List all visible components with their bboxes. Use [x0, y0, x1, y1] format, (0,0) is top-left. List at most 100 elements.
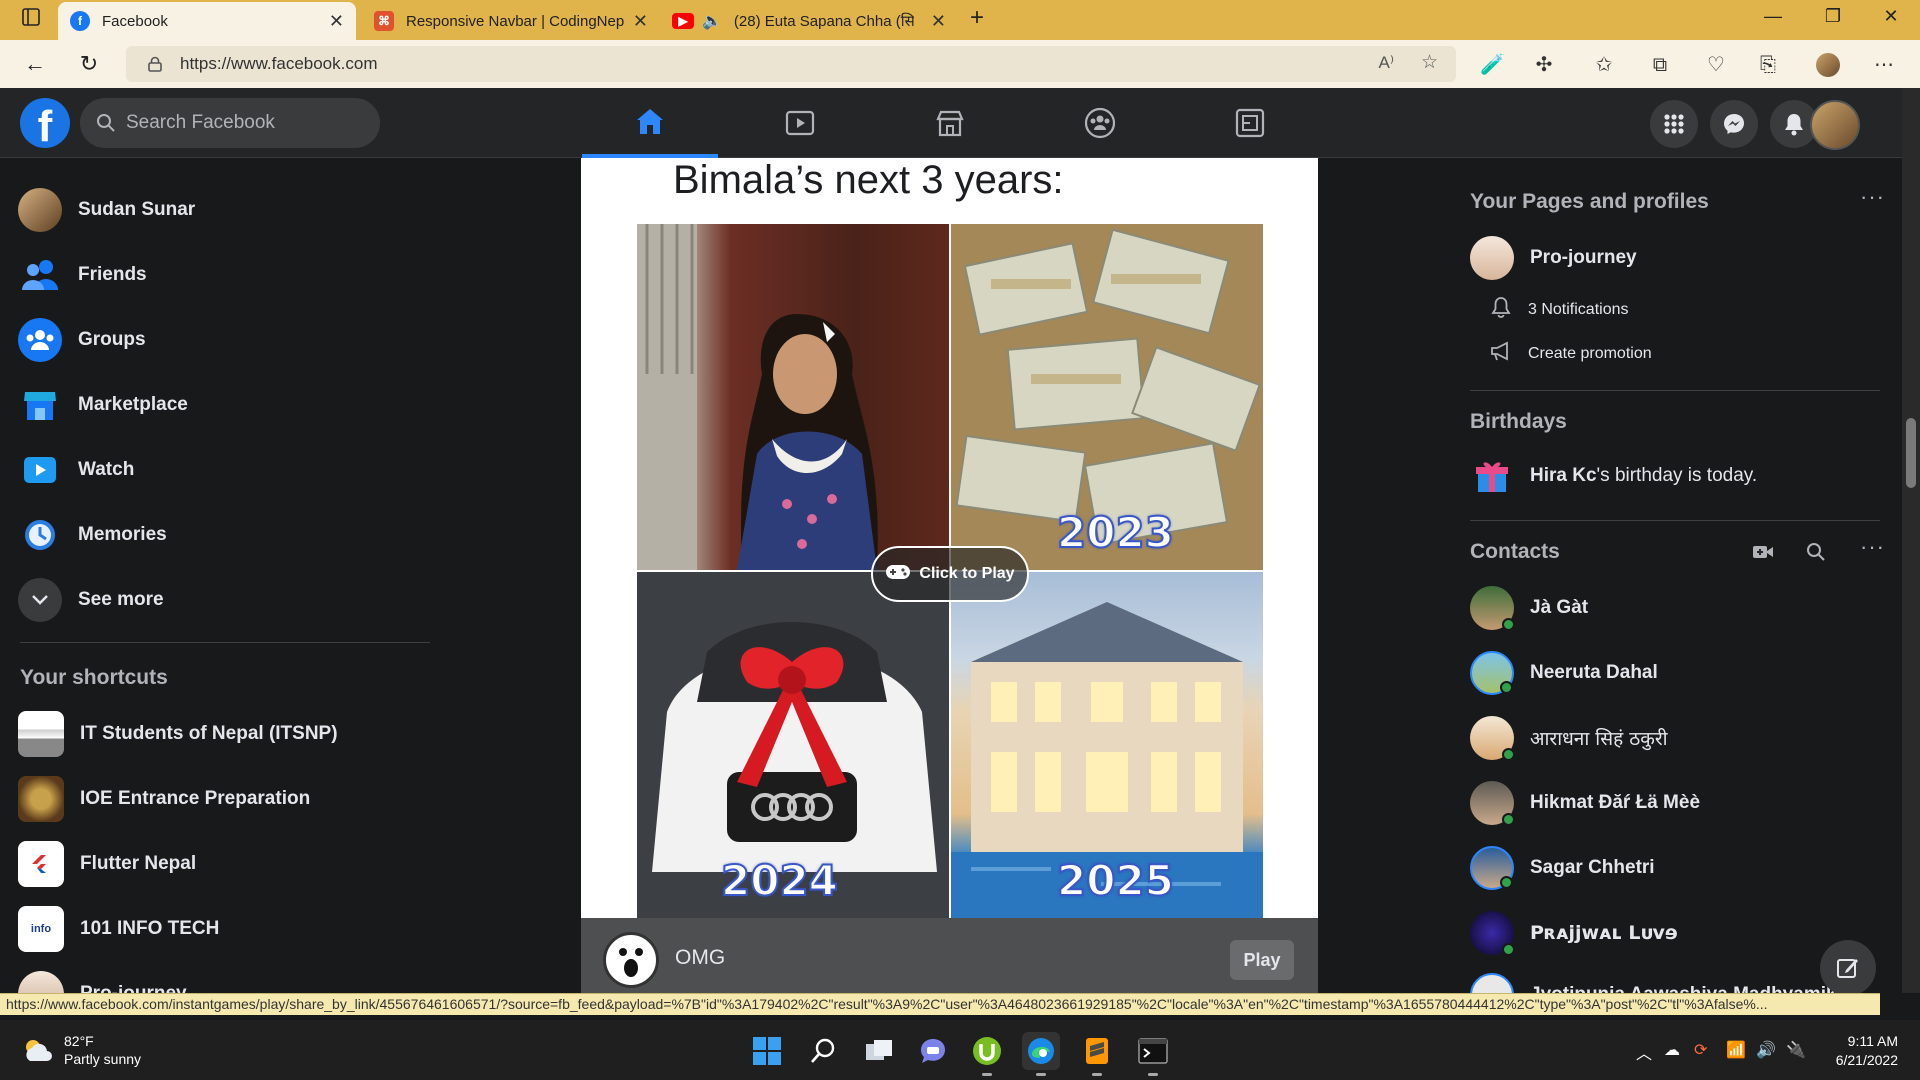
battery-icon[interactable]: 🔌 [1786, 1040, 1806, 1060]
onedrive-icon[interactable]: ☁ [1664, 1040, 1680, 1060]
close-window-button[interactable]: ✕ [1876, 6, 1906, 27]
infotech-logo-icon: info [18, 906, 64, 952]
edge-app[interactable] [1022, 1032, 1060, 1076]
profile-avatar[interactable] [1816, 53, 1840, 77]
volume-icon[interactable]: 🔊 [1756, 1040, 1776, 1060]
favorites-icon[interactable]: ✩ [1592, 53, 1616, 77]
search-input[interactable]: Search Facebook [80, 98, 380, 148]
tray-overflow-icon[interactable]: ︿ [1636, 1040, 1652, 1064]
close-tab-icon[interactable]: ✕ [931, 11, 946, 32]
more-menu-icon[interactable]: ⋯ [1872, 53, 1896, 77]
money-photo: 2023 [951, 224, 1263, 570]
play-button[interactable]: Play [1230, 940, 1294, 980]
page-scrollbar[interactable] [1902, 88, 1920, 993]
sidebar-item-label: Marketplace [78, 394, 188, 415]
sync-icon[interactable]: ⟳ [1694, 1040, 1707, 1060]
tab-youtube[interactable]: ▶ 🔈 (28) Euta Sapana Chha (सिरा ✕ [660, 2, 958, 40]
lock-icon [148, 56, 162, 72]
teams-chat-button[interactable] [914, 1032, 952, 1070]
heart-icon[interactable]: ♡ [1704, 53, 1728, 77]
add-favorite-icon[interactable]: ☆ [1421, 51, 1438, 74]
temperature: 82°F [64, 1033, 94, 1049]
extension-icon[interactable]: 🧪 [1480, 53, 1505, 77]
terminal-app[interactable] [1134, 1032, 1172, 1076]
tab-actions-icon[interactable] [16, 8, 46, 31]
task-view-button[interactable] [860, 1032, 898, 1070]
shortcut-item-projourney[interactable]: Pro-journey [18, 966, 438, 993]
nav-groups-tab[interactable] [1032, 88, 1168, 158]
create-promotion-link[interactable]: Create promotion [1488, 341, 1652, 366]
page-notifications-link[interactable]: 3 Notifications [1488, 296, 1629, 323]
contact-item[interactable]: Neeruta Dahal [1470, 651, 1658, 695]
tab-label: (28) Euta Sapana Chha (सिरा [733, 13, 914, 30]
contact-item[interactable]: आराधना सिहं ठकुरी [1470, 716, 1668, 761]
weather-widget[interactable]: 82°F Partly sunny [22, 1032, 141, 1068]
search-contacts-icon[interactable] [1806, 542, 1826, 567]
sidebar-item-profile[interactable]: Sudan Sunar [18, 182, 438, 238]
new-tab-button[interactable]: + [962, 4, 992, 32]
menu-button[interactable] [1650, 100, 1698, 148]
start-button[interactable] [748, 1032, 786, 1070]
minimize-button[interactable]: — [1758, 6, 1788, 27]
account-avatar[interactable] [1810, 100, 1860, 150]
more-options-icon[interactable]: ··· [1860, 184, 1885, 210]
codingnepal-favicon-icon: ⌘ [374, 11, 394, 31]
sidebar-item-marketplace[interactable]: Marketplace [18, 377, 438, 433]
new-room-icon[interactable] [1752, 544, 1774, 565]
year-label: 2023 [1056, 507, 1175, 558]
speaker-icon[interactable]: 🔈 [702, 11, 722, 31]
click-to-play-button[interactable]: Click to Play [871, 546, 1029, 602]
shortcut-item-flutter[interactable]: Flutter Nepal [18, 836, 438, 892]
tab-label: Responsive Navbar | CodingNep [406, 12, 625, 30]
screenshot-icon[interactable]: ⎘ [1756, 53, 1780, 77]
refresh-button[interactable]: ↻ [74, 50, 104, 78]
nav-marketplace-tab[interactable] [882, 88, 1018, 158]
birthday-item[interactable]: Hira Kc's birthday is today. [1470, 454, 1757, 498]
sidebar-item-watch[interactable]: Watch [18, 442, 438, 498]
back-button[interactable]: ← [20, 50, 50, 78]
groups-icon [1084, 107, 1116, 139]
shortcut-item-itsnp[interactable]: IT Students of Nepal (ITSNP) [18, 706, 438, 762]
scrollbar-thumb[interactable] [1906, 418, 1916, 488]
utorrent-app[interactable] [968, 1032, 1006, 1076]
contact-item[interactable]: Pʀᴀjjwᴀʟ Lᴜvɘ [1470, 911, 1678, 956]
contact-item[interactable]: Jyotipunja Aawashiya Madhyamik [1470, 973, 1837, 993]
nav-gaming-tab[interactable] [1182, 88, 1318, 158]
facebook-favicon-icon: f [70, 11, 90, 31]
shortcut-item-ioe[interactable]: IOE Entrance Preparation [18, 771, 438, 827]
tab-facebook[interactable]: f Facebook ✕ [58, 2, 356, 40]
contact-name: Neeruta Dahal [1530, 662, 1658, 683]
contact-name: Pʀᴀjjwᴀʟ Lᴜvɘ [1530, 922, 1678, 944]
messenger-button[interactable] [1710, 100, 1758, 148]
wifi-icon[interactable]: 📶 [1726, 1040, 1746, 1060]
system-clock[interactable]: 9:11 AM 6/21/2022 [1836, 1032, 1898, 1070]
tab-codingnepal[interactable]: ⌘ Responsive Navbar | CodingNep ✕ [362, 2, 660, 40]
shortcut-item-101infotech[interactable]: info 101 INFO TECH [18, 901, 438, 957]
contact-item[interactable]: Sagar Chhetri [1470, 846, 1655, 890]
sidebar-item-groups[interactable]: Groups [18, 312, 438, 368]
nav-watch-tab[interactable] [732, 88, 868, 158]
see-more-button[interactable]: See more [18, 572, 438, 628]
avatar [18, 188, 62, 232]
shortcut-label: 101 INFO TECH [80, 918, 220, 939]
sidebar-item-friends[interactable]: Friends [18, 247, 438, 303]
contact-item[interactable]: Hikmat Đăŕ Łä Mèè [1470, 781, 1700, 826]
sublime-app[interactable] [1078, 1032, 1116, 1076]
page-item-projourney[interactable]: Pro-journey [1470, 236, 1637, 280]
maximize-button[interactable]: ❐ [1818, 6, 1848, 27]
collections-icon[interactable]: ⧉ [1648, 53, 1672, 77]
address-bar[interactable]: https://www.facebook.com A⁾ ☆ [126, 46, 1456, 82]
close-tab-icon[interactable]: ✕ [633, 11, 648, 32]
new-message-button[interactable] [1820, 940, 1876, 996]
taskbar-search-button[interactable] [804, 1032, 842, 1070]
youtube-favicon-icon: ▶ [672, 13, 694, 29]
extensions-puzzle-icon[interactable]: ✣ [1532, 53, 1556, 77]
contact-item[interactable]: Jà Gàt [1470, 586, 1588, 631]
nav-home-tab[interactable] [582, 88, 718, 158]
sidebar-item-memories[interactable]: Memories [18, 507, 438, 563]
close-tab-icon[interactable]: ✕ [329, 11, 344, 32]
read-aloud-icon[interactable]: A⁾ [1378, 53, 1394, 73]
terminal-icon [1138, 1038, 1168, 1064]
facebook-logo-icon[interactable]: f [20, 98, 70, 151]
contacts-options-icon[interactable]: ··· [1860, 534, 1885, 560]
